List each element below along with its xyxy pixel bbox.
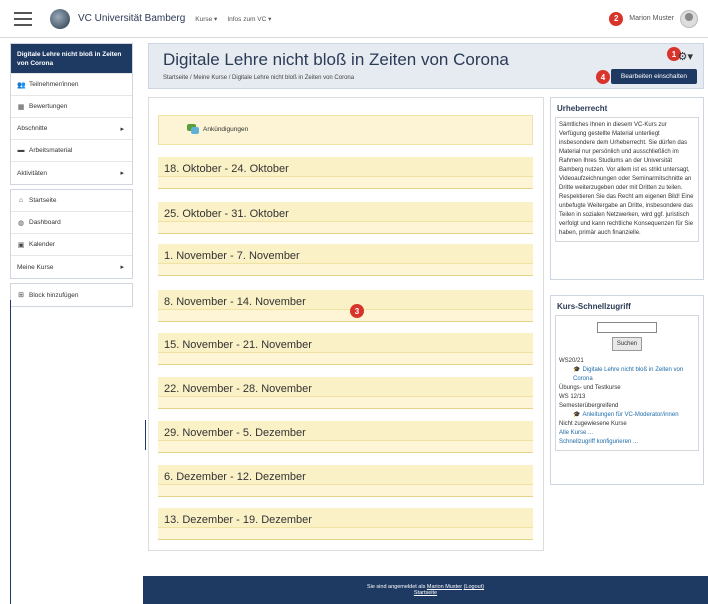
- quick-access-block: Kurs-Schnellzugriff Suchen WS20/21 🎓 Digi…: [550, 295, 704, 485]
- section-week-1[interactable]: 18. Oktober - 24. Oktober: [158, 157, 533, 189]
- graduation-cap-icon: 🎓: [573, 412, 581, 418]
- page-header: Digitale Lehre nicht bloß in Zeiten von …: [148, 43, 704, 89]
- user-name[interactable]: Marion Muster: [629, 15, 674, 22]
- sidebar-group-course: Digitale Lehre nicht bloß in Zeiten von …: [10, 43, 133, 185]
- chevron-right-icon: ▸: [120, 170, 124, 177]
- graduation-cap-icon: 🎓: [573, 367, 581, 373]
- section-week-2[interactable]: 25. Oktober - 31. Oktober: [158, 202, 533, 234]
- copyright-block: Urheberrecht Sämtliches Ihnen in diesem …: [550, 97, 704, 280]
- section-week-4[interactable]: 8. November - 14. November: [158, 290, 533, 322]
- category-semester: Semesterübergreifend: [559, 403, 619, 409]
- copyright-text: Sämtliches Ihnen in diesem VC-Kurs zur V…: [555, 117, 699, 242]
- configure-quick-access-link[interactable]: Schnellzugriff konfigurieren ...: [559, 438, 695, 447]
- section-week-8[interactable]: 6. Dezember - 12. Dezember: [158, 465, 533, 497]
- chevron-right-icon: ▸: [120, 264, 124, 271]
- course-link-instructions[interactable]: 🎓 Anleitungen für VC-Moderator/innen: [559, 411, 695, 420]
- section-week-6[interactable]: 22. November - 28. November: [158, 377, 533, 409]
- annotation-badge-3: 3: [350, 304, 364, 318]
- quick-access-body: Suchen WS20/21 🎓 Digitale Lehre nicht blo…: [555, 315, 699, 451]
- section-week-3[interactable]: 1. November - 7. November: [158, 244, 533, 276]
- user-menu[interactable]: 2 Marion Muster: [609, 9, 698, 28]
- all-courses-link[interactable]: Alle Kurse ...: [559, 429, 695, 438]
- left-border: [10, 300, 11, 604]
- footer: Sie sind angemeldet als Marion Muster (L…: [143, 576, 708, 604]
- annotation-badge-2: 2: [609, 11, 624, 26]
- sidebar-item-sections[interactable]: Abschnitte ▸: [11, 118, 132, 140]
- copyright-title: Urheberrecht: [557, 104, 608, 113]
- nav-menu: Kurse ▾ Infos zum VC ▾: [195, 15, 271, 23]
- nav-infos[interactable]: Infos zum VC ▾: [227, 15, 271, 23]
- sidebar-group-nav: ⌂ Startseite ◍ Dashboard ▣ Kalender Meine K…: [10, 189, 133, 279]
- section-week-5[interactable]: 15. November - 21. November: [158, 333, 533, 365]
- sidebar-item-activities[interactable]: Aktivitäten ▸: [11, 162, 132, 184]
- logout-link[interactable]: (Logout): [464, 584, 485, 590]
- home-icon: ⌂: [18, 197, 24, 204]
- sidebar-group-block: ⊞ Block hinzufügen: [10, 283, 133, 307]
- sidebar-item-course[interactable]: Digitale Lehre nicht bloß in Zeiten von …: [11, 44, 132, 74]
- sidebar: Digitale Lehre nicht bloß in Zeiten von …: [10, 43, 133, 311]
- avatar[interactable]: [680, 9, 698, 28]
- sidebar-item-calendar[interactable]: ▣ Kalender: [11, 234, 132, 256]
- nav-kurse[interactable]: Kurse ▾: [195, 15, 217, 23]
- sidebar-item-home[interactable]: ⌂ Startseite: [11, 190, 132, 212]
- university-logo[interactable]: [50, 8, 70, 29]
- section-week-7[interactable]: 29. November - 5. Dezember: [158, 421, 533, 453]
- plus-square-icon: ⊞: [18, 292, 24, 299]
- footer-home-link[interactable]: Startseite: [414, 590, 437, 596]
- category-test: Übungs- und Testkurse: [559, 385, 621, 391]
- quick-search-input[interactable]: [597, 322, 657, 333]
- term-ws1213: WS 12/13: [559, 394, 586, 400]
- dashboard-icon: ◍: [17, 219, 25, 227]
- edit-mode-button[interactable]: Bearbeiten einschalten: [610, 69, 697, 84]
- sidebar-item-participants[interactable]: 👥 Teilnehmer/innen: [11, 74, 132, 96]
- announcements-link[interactable]: Ankündigungen: [187, 124, 248, 134]
- sidebar-item-grades[interactable]: ▦ Bewertungen: [11, 96, 132, 118]
- sidebar-item-dashboard[interactable]: ◍ Dashboard: [11, 212, 132, 234]
- section-week-9[interactable]: 13. Dezember - 19. Dezember: [158, 508, 533, 540]
- menu-toggle-icon[interactable]: [14, 11, 32, 26]
- table-icon: ▦: [17, 103, 25, 111]
- top-navbar: VC Universität Bamberg Kurse ▾ Infos zum…: [0, 0, 708, 38]
- section-marker: [145, 420, 146, 450]
- announcements-section: Ankündigungen: [158, 115, 533, 145]
- forum-icon: [187, 124, 199, 134]
- calendar-icon: ▣: [17, 241, 25, 249]
- breadcrumb[interactable]: Startseite / Meine Kurse / Digitale Lehr…: [163, 75, 354, 81]
- gear-icon[interactable]: ⚙▾: [678, 50, 693, 63]
- course-link-corona[interactable]: 🎓 Digitale Lehre nicht bloß in Zeiten von…: [559, 366, 695, 384]
- page-title: Digitale Lehre nicht bloß in Zeiten von …: [163, 50, 509, 69]
- quick-access-title: Kurs-Schnellzugriff: [557, 302, 631, 311]
- chevron-right-icon: ▸: [120, 125, 124, 133]
- course-content: Ankündigungen 18. Oktober - 24. Oktober …: [148, 97, 544, 551]
- sidebar-item-add-block[interactable]: ⊞ Block hinzufügen: [11, 284, 132, 306]
- users-icon: 👥: [17, 81, 26, 89]
- term-ws2021: WS20/21: [559, 358, 584, 364]
- archive-icon: ▬: [17, 147, 25, 154]
- category-unassigned: Nicht zugewiesene Kurse: [559, 421, 627, 427]
- annotation-badge-4: 4: [596, 70, 610, 84]
- sidebar-item-my-courses[interactable]: Meine Kurse ▸: [11, 256, 132, 278]
- search-button[interactable]: Suchen: [612, 337, 642, 351]
- sidebar-item-materials[interactable]: ▬ Arbeitsmaterial: [11, 140, 132, 162]
- site-brand[interactable]: VC Universität Bamberg: [78, 13, 185, 24]
